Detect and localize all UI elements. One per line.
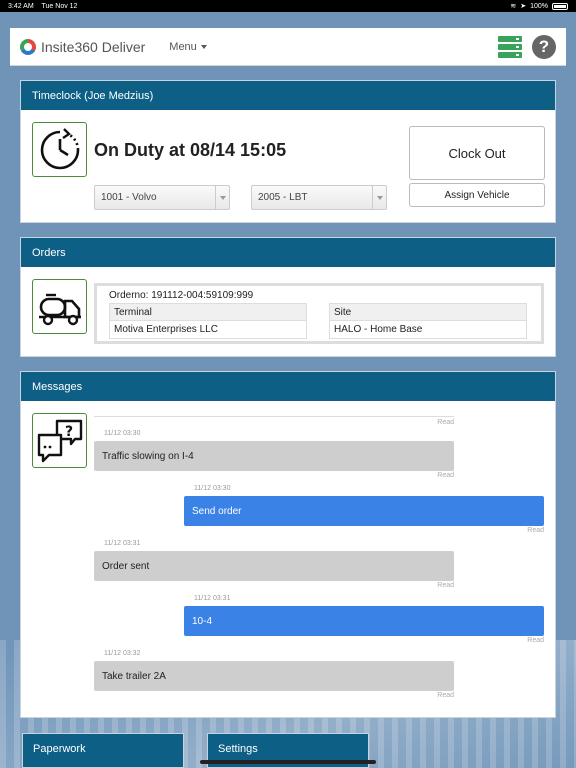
message-bubble: 10-4 <box>184 606 544 636</box>
clock-out-button[interactable]: Clock Out <box>409 126 545 180</box>
trailer-select[interactable]: 2005 - LBT <box>251 185 387 210</box>
message-timestamp: 11/12 03:30 <box>194 485 231 492</box>
clock-icon <box>32 122 87 177</box>
orders-header: Orders <box>21 238 555 267</box>
message-timestamp: 11/12 03:31 <box>104 540 141 547</box>
status-date: Tue Nov 12 <box>41 2 78 10</box>
server-status-icon[interactable] <box>498 35 522 58</box>
help-icon[interactable]: ? <box>532 34 556 59</box>
site-value: HALO - Home Base <box>329 321 527 339</box>
message-divider <box>94 416 454 417</box>
message-item[interactable]: 11/12 03:30 Send order Read <box>184 485 544 534</box>
message-read-status: Read <box>437 472 454 479</box>
terminal-value: Motiva Enterprises LLC <box>109 321 307 339</box>
app-title: Insite360 Deliver <box>41 38 146 55</box>
wifi-icon: ≋ <box>510 3 517 10</box>
location-icon: ➤ <box>520 3 527 10</box>
message-item[interactable]: 11/12 03:32 Take trailer 2A Read <box>94 650 454 699</box>
chevron-down-icon <box>215 186 229 209</box>
message-read-status: Read <box>527 637 544 644</box>
chevron-down-icon <box>200 44 207 49</box>
message-timestamp: 11/12 03:30 <box>104 430 141 437</box>
site-header: Site <box>329 303 527 321</box>
messages-header: Messages <box>21 372 555 401</box>
message-read-status: Read <box>437 419 454 426</box>
message-bubble: Order sent <box>94 551 454 581</box>
message-bubble: Send order <box>184 496 544 526</box>
message-read-status: Read <box>437 582 454 589</box>
message-timestamp: 11/12 03:31 <box>194 595 231 602</box>
vehicle-select-value: 1001 - Volvo <box>101 192 157 203</box>
message-item[interactable]: 11/12 03:31 10-4 Read <box>184 595 544 644</box>
logo-icon <box>20 38 36 55</box>
message-item[interactable]: 11/12 03:31 Order sent Read <box>94 540 454 589</box>
order-number: Orderno: 191112-004:59109:999 <box>109 290 254 301</box>
site-column: Site HALO - Home Base <box>329 303 527 339</box>
status-bar: 3:42 AM Tue Nov 12 ≋ ➤ 100% <box>0 0 576 12</box>
svg-text:?: ? <box>64 424 72 440</box>
message-read-status: Read <box>527 527 544 534</box>
home-indicator[interactable] <box>200 760 376 764</box>
terminal-column: Terminal Motiva Enterprises LLC <box>109 303 307 339</box>
vehicle-select[interactable]: 1001 - Volvo <box>94 185 230 210</box>
timeclock-panel: Timeclock (Joe Medzius) On Duty at 08/14… <box>20 80 556 223</box>
app-header: Insite360 Deliver Menu ? <box>10 28 566 66</box>
message-timestamp: 11/12 03:32 <box>104 650 141 657</box>
chevron-down-icon <box>372 186 386 209</box>
message-bubble: Traffic slowing on I-4 <box>94 441 454 471</box>
message-bubble: Take trailer 2A <box>94 661 454 691</box>
orders-panel: Orders Orderno: 191112-004:59109:999 Ter… <box>20 237 556 357</box>
status-time: 3:42 AM <box>8 2 34 10</box>
battery-icon <box>552 2 568 10</box>
message-read-status: Read <box>437 692 454 699</box>
app-logo[interactable]: Insite360 Deliver <box>20 38 146 55</box>
assign-vehicle-button[interactable]: Assign Vehicle <box>409 183 545 207</box>
messages-panel: Messages ? Read 11/12 03:30 Traffic slow… <box>20 371 556 718</box>
chat-question-icon: ? <box>32 413 87 468</box>
trailer-select-value: 2005 - LBT <box>258 192 308 203</box>
paperwork-panel-header[interactable]: Paperwork <box>22 733 184 768</box>
terminal-header: Terminal <box>109 303 307 321</box>
truck-icon <box>32 279 87 334</box>
duty-status: On Duty at 08/14 15:05 <box>94 140 287 160</box>
menu-label: Menu <box>169 40 197 53</box>
message-item[interactable]: 11/12 03:30 Traffic slowing on I-4 Read <box>94 430 454 479</box>
menu-dropdown[interactable]: Menu <box>169 41 207 53</box>
order-card[interactable]: Orderno: 191112-004:59109:999 Terminal M… <box>94 283 544 344</box>
battery-percent: 100% <box>530 2 548 10</box>
timeclock-header: Timeclock (Joe Medzius) <box>21 81 555 110</box>
